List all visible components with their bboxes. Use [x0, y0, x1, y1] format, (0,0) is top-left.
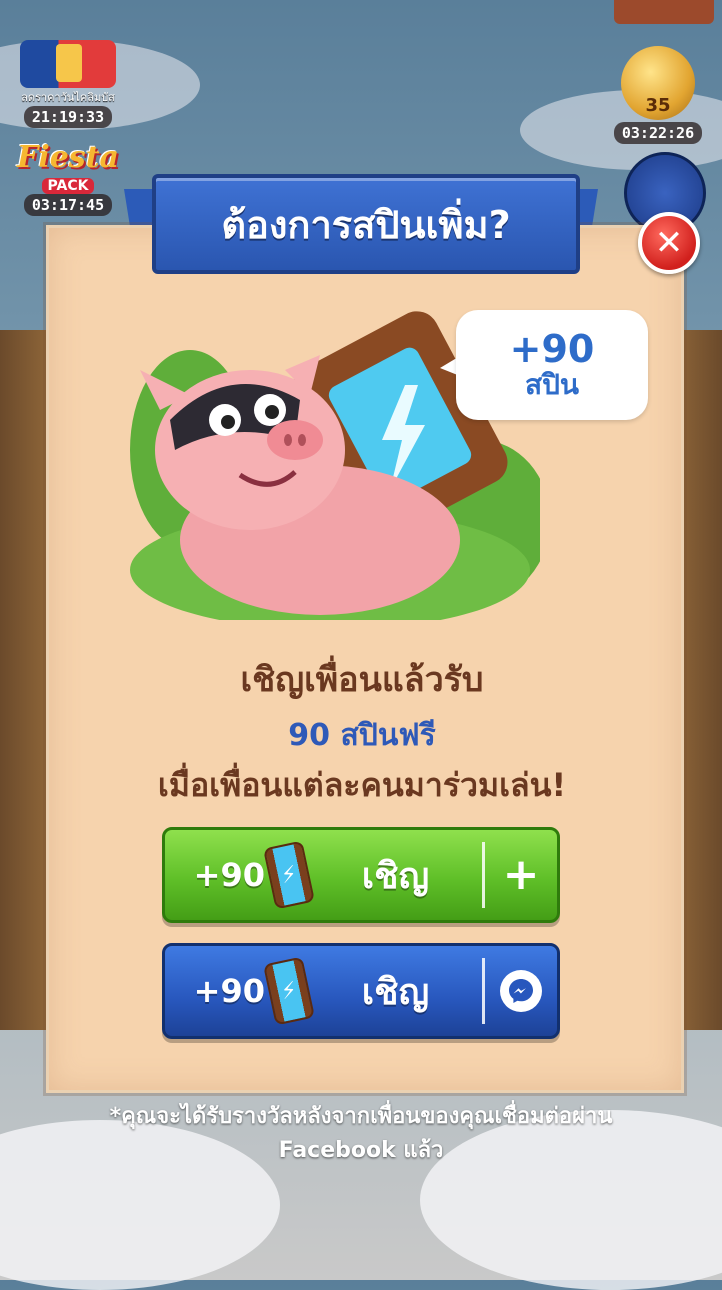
spin-capsule-icon: ⚡ [262, 840, 316, 910]
level-badge[interactable]: 35 03:22:26 [608, 46, 708, 144]
level-timer: 03:22:26 [613, 122, 703, 144]
dialog-title: ต้องการสปินเพิ่ม? [221, 202, 511, 247]
messenger-bonus: +90 [193, 972, 265, 1010]
event-badge-left[interactable]: ลดราคาวันไคลิมบัส 21:19:33 [12, 40, 124, 128]
fiesta-timer: 03:17:45 [23, 194, 113, 216]
flag-gift-icon [20, 40, 116, 88]
invite-friends-button[interactable]: +90 ⚡ เชิญ + [162, 827, 560, 923]
event-timer: 21:19:33 [23, 106, 113, 128]
bubble-unit: สปิน [524, 367, 579, 401]
messenger-icon [485, 970, 557, 1012]
fiesta-title: Fiesta [17, 140, 119, 175]
invite-message-line2: 90 สปินฟรี [288, 718, 436, 753]
level-number: 35 [645, 95, 671, 116]
laurel-crest-icon: 35 [621, 46, 695, 120]
invite-button-label: เชิญ [361, 855, 430, 897]
reward-speech-bubble: +90 สปิน [456, 310, 648, 420]
invite-bonus: +90 [193, 856, 265, 894]
invite-message-line1: เชิญเพื่อนแล้วรับ [240, 660, 484, 700]
reward-footnote: *คุณจะได้รับรางวัลหลังจากเพื่อนของคุณเชื… [20, 1100, 702, 1168]
fiesta-pack-badge[interactable]: Fiesta PACK 03:17:45 [12, 140, 124, 216]
spin-capsule-icon: ⚡ [262, 956, 316, 1026]
invite-messenger-button[interactable]: +90 ⚡ เชิญ [162, 943, 560, 1039]
plus-icon: + [502, 849, 540, 900]
fiesta-pack-label: PACK [41, 178, 95, 194]
invite-message-line3: เมื่อเพื่อนแต่ละคนมาร่วมเล่น! [157, 766, 567, 804]
footnote-line1: *คุณจะได้รับรางวัลหลังจากเพื่อนของคุณเชื… [109, 1104, 613, 1129]
footnote-line2: Facebook แล้ว [278, 1138, 444, 1164]
close-icon: ✕ [654, 223, 684, 263]
dialog-title-ribbon: ต้องการสปินเพิ่ม? [152, 174, 580, 274]
event-label: ลดราคาวันไคลิมบัส [21, 91, 115, 104]
close-button[interactable]: ✕ [638, 212, 700, 274]
bubble-amount: +90 [509, 326, 595, 371]
messenger-button-label: เชิญ [361, 971, 430, 1013]
